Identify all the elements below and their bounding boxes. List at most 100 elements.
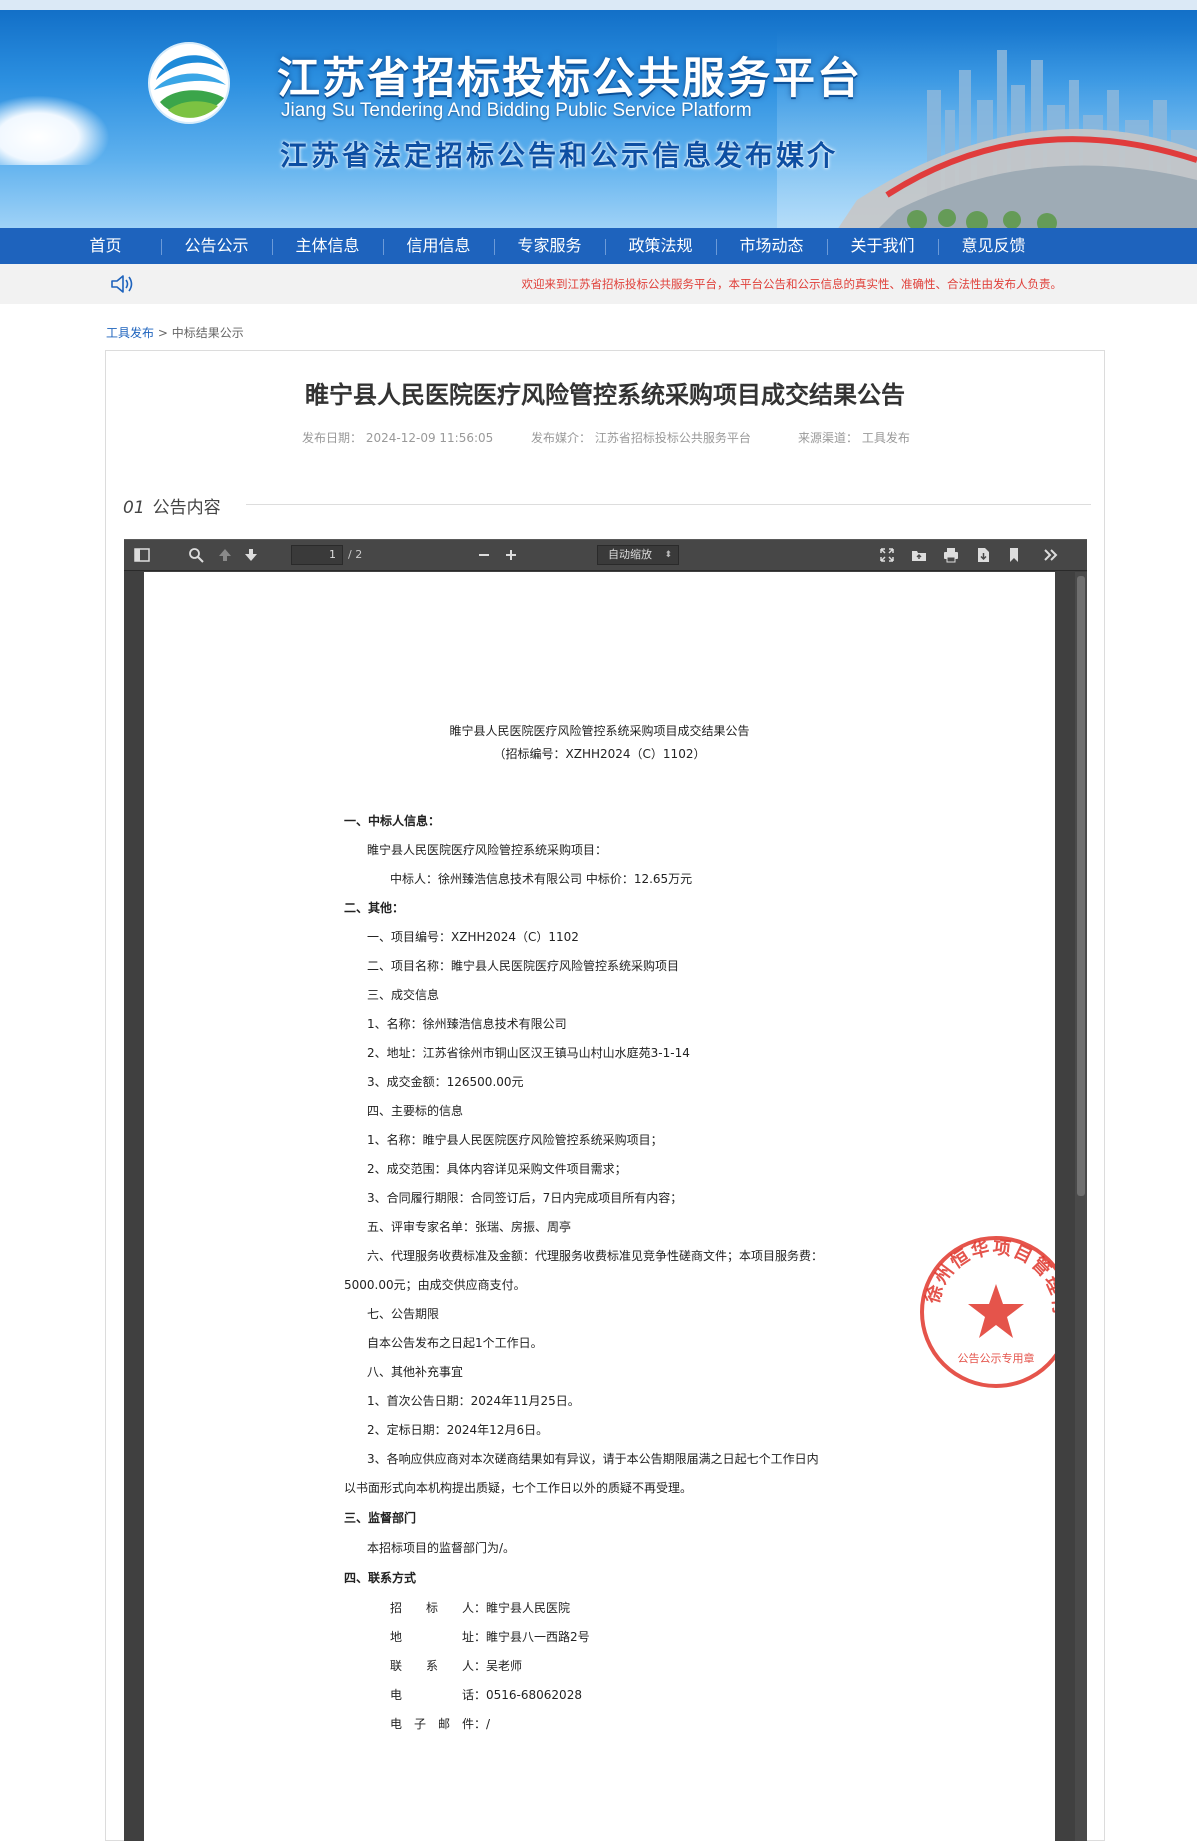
caret-updown-icon: ⬍ [664,550,672,560]
pdf-line: 2、成交范围：具体内容详见采购文件项目需求； [367,1162,627,1176]
pdf-line: 中标人：徐州臻浩信息技术有限公司 中标价：12.65万元 [390,872,693,886]
nav-item-feedback[interactable]: 意见反馈 [938,228,1049,264]
official-seal-stamp: 徐州恒华项目管理有限公司 公告公示专用章 [916,1232,1055,1388]
pdf-line: 一、中标人信息： [344,814,441,828]
pdf-line: 3、合同履行期限：合同签订后，7日内完成项目所有内容； [367,1191,683,1205]
pdf-line: 三、监督部门 [344,1511,417,1525]
notice-bar: 欢迎来到江苏省招标投标公共服务平台，本平台公告和公示信息的真实性、准确性、合法性… [0,264,1197,304]
pdf-line: 5000.00元；由成交供应商支付。 [344,1278,526,1292]
contact-row: 地 址：睢宁县八一西路2号 [390,1628,590,1645]
contact-value: 睢宁县八一西路2号 [486,1630,590,1644]
download-icon[interactable] [974,546,992,564]
contact-row: 电 话：0516-68062028 [390,1686,582,1703]
pdf-line: 2、地址：江苏省徐州市铜山区汉王镇马山村山水庭苑3-1-14 [367,1046,690,1060]
pdf-title: 睢宁县人民医院医疗风险管控系统采购项目成交结果公告 [449,724,750,738]
pdf-page: 睢宁县人民医院医疗风险管控系统采购项目成交结果公告 （招标编号：XZHH2024… [144,572,1055,1841]
sidebar-toggle-icon[interactable] [133,546,151,564]
pdf-line: 五、评审专家名单：张瑞、房振、周亭 [367,1220,572,1234]
section-heading: 01 公告内容 [123,493,221,518]
publish-date-value: 2024-12-09 11:56:05 [365,431,494,445]
zoom-out-icon[interactable] [475,546,493,564]
contact-label: 联 系 人： [390,1659,487,1673]
notice-text: 欢迎来到江苏省招标投标公共服务平台，本平台公告和公示信息的真实性、准确性、合法性… [521,277,1063,291]
contact-value: / [486,1717,491,1731]
pdf-line: 3、各响应供应商对本次磋商结果如有异议，请于本公告期限届满之日起七个工作日内 [367,1452,819,1466]
breadcrumb-separator: > [157,326,168,340]
print-icon[interactable] [942,546,960,564]
nav-item-policies[interactable]: 政策法规 [605,228,716,264]
platform-title: 江苏省招标投标公共服务平台 [277,54,862,104]
publish-media: 发布媒介： 江苏省招标投标公共服务平台 [531,429,751,446]
pdf-line: 1、首次公告日期：2024年11月25日。 [367,1394,580,1408]
source-channel: 来源渠道： 工具发布 [798,429,910,446]
header-banner: 江苏省招标投标公共服务平台 Jiang Su Tendering And Bid… [0,0,1197,228]
breadcrumb: 工具发布 > 中标结果公示 [106,324,244,341]
nav-item-about-us[interactable]: 关于我们 [827,228,938,264]
nav-item-home[interactable]: 首页 [50,228,161,264]
cloud-decoration [0,95,110,165]
bookmark-icon[interactable] [1005,546,1023,564]
nav-item-announcements[interactable]: 公告公示 [161,228,272,264]
nav-item-entity-info[interactable]: 主体信息 [272,228,383,264]
section-divider [246,504,1091,505]
platform-logo [148,42,230,124]
zoom-in-icon[interactable] [502,546,520,564]
presentation-mode-icon[interactable] [878,546,896,564]
nav-item-expert-service[interactable]: 专家服务 [494,228,605,264]
contact-row: 电 子 邮 件：/ [390,1715,490,1732]
contact-value: 0516-68062028 [486,1688,582,1702]
pdf-line: 一、项目编号：XZHH2024（C）1102 [367,930,579,944]
contact-value: 睢宁县人民医院 [486,1601,571,1615]
search-icon[interactable] [187,546,205,564]
publish-date: 发布日期： 2024-12-09 11:56:05 [302,429,493,446]
contact-label: 地 址： [390,1630,487,1644]
pdf-line: 睢宁县人民医院医疗风险管控系统采购项目： [367,843,608,857]
pdf-line: 2、定标日期：2024年12月6日。 [367,1423,549,1437]
pdf-scrollbar[interactable] [1075,572,1087,1841]
page-number-input[interactable]: 1 [291,545,343,565]
contact-row: 联 系 人：吴老师 [390,1657,522,1674]
pdf-toolbar: 1 / 2 自动缩放 ⬍ [124,539,1087,571]
nav-item-market-news[interactable]: 市场动态 [716,228,827,264]
pdf-scrollbar-thumb[interactable] [1077,576,1085,1196]
pdf-line: 3、成交金额：126500.00元 [367,1075,524,1089]
section-number: 01 [123,498,145,518]
page-title: 睢宁县人民医院医疗风险管控系统采购项目成交结果公告 [305,381,905,409]
contact-label: 招 标 人： [390,1601,487,1615]
pdf-line: 六、代理服务收费标准及金额：代理服务收费标准见竞争性磋商文件；本项目服务费： [367,1249,824,1263]
platform-title-english: Jiang Su Tendering And Bidding Public Se… [281,100,752,121]
zoom-select[interactable]: 自动缩放 ⬍ [597,545,679,565]
contact-value: 吴老师 [486,1659,523,1673]
platform-subtitle: 江苏省法定招标公告和公示信息发布媒介 [280,139,839,172]
speaker-icon [111,275,133,293]
article-card: 睢宁县人民医院医疗风险管控系统采购项目成交结果公告 发布日期： 2024-12-… [105,350,1105,1841]
breadcrumb-current: 中标结果公示 [171,326,244,340]
contact-label: 电 子 邮 件： [390,1717,487,1731]
open-file-icon[interactable] [910,546,928,564]
contact-label: 电 话： [390,1688,487,1702]
source-channel-value: 工具发布 [861,431,910,445]
pdf-line: 八、其他补充事宜 [367,1365,464,1379]
publish-media-label: 发布媒介： [531,431,592,445]
zoom-select-value: 自动缩放 [608,548,652,561]
pdf-line: 二、项目名称：睢宁县人民医院医疗风险管控系统采购项目 [367,959,680,973]
publish-date-label: 发布日期： [302,431,363,445]
pdf-line: 本招标项目的监督部门为/。 [367,1541,516,1555]
pdf-line: 二、其他： [344,901,405,915]
section-title: 公告内容 [152,498,221,518]
pdf-viewer: 1 / 2 自动缩放 ⬍ 睢宁县人民医院医疗风险管控系统采购项目成交结果公告 （… [124,539,1087,1841]
next-page-icon[interactable] [242,546,260,564]
page-total: / 2 [348,548,363,561]
nav-item-credit-info[interactable]: 信用信息 [383,228,494,264]
more-tools-icon[interactable] [1042,546,1060,564]
pdf-bid-code: （招标编号：XZHH2024（C）1102） [493,747,706,761]
contact-row: 招 标 人：睢宁县人民医院 [390,1599,570,1616]
previous-page-icon[interactable] [216,546,234,564]
pdf-line: 1、名称：睢宁县人民医院医疗风险管控系统采购项目； [367,1133,663,1147]
breadcrumb-link[interactable]: 工具发布 [106,326,154,340]
pdf-line: 七、公告期限 [367,1307,440,1321]
pdf-line: 1、名称：徐州臻浩信息技术有限公司 [367,1017,567,1031]
pdf-line: 自本公告发布之日起1个工作日。 [367,1336,543,1350]
source-channel-label: 来源渠道： [798,431,859,445]
publish-media-value: 江苏省招标投标公共服务平台 [594,431,751,445]
